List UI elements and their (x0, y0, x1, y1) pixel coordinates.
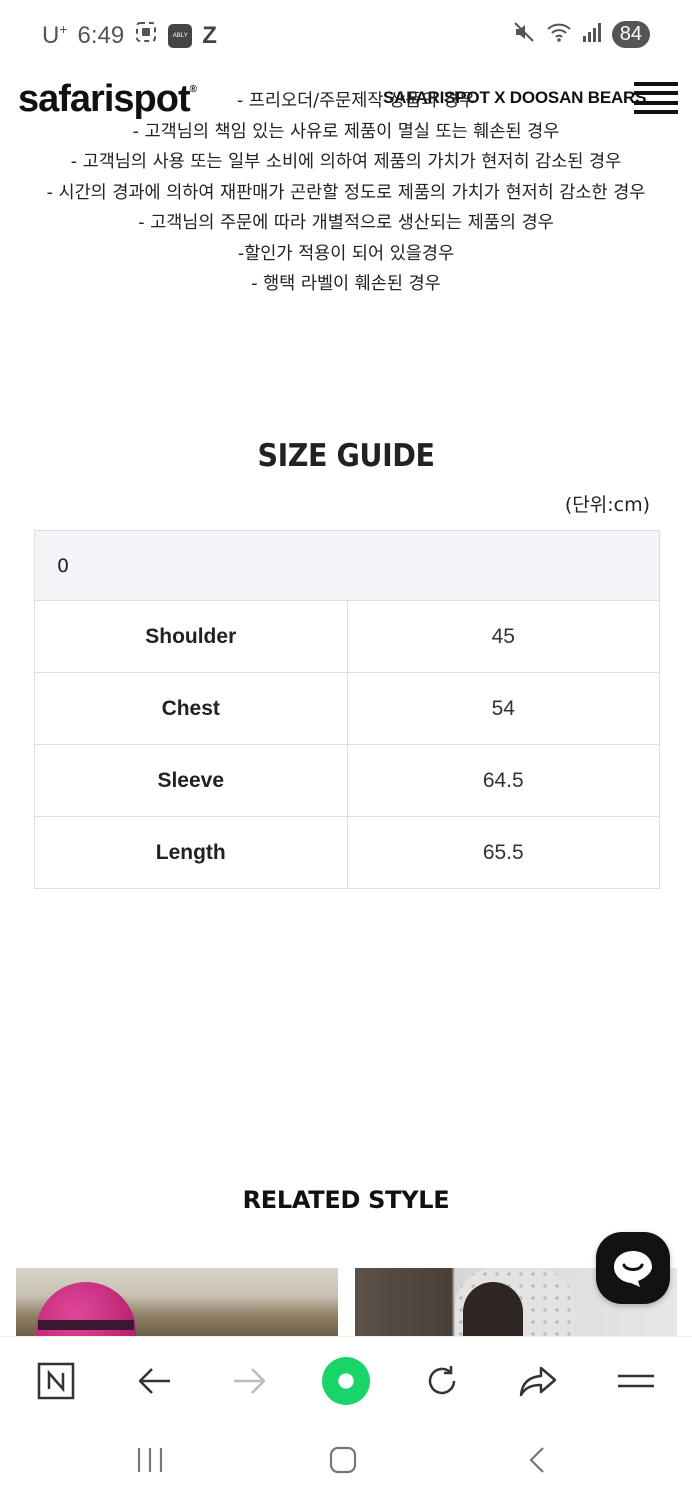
menu-button[interactable] (612, 1357, 660, 1405)
notice-line: - 프리오더/주문제작 상품의 경우 (236, 91, 476, 111)
share-arrow-icon (519, 1366, 557, 1397)
forward-button[interactable] (226, 1357, 274, 1405)
back-arrow-icon (138, 1368, 170, 1394)
hair-shape (463, 1282, 523, 1336)
green-dot-button[interactable] (322, 1357, 370, 1405)
notice-line: - 행택 라벨이 훼손된 경우 (251, 274, 441, 294)
status-right: 84 (512, 20, 650, 48)
return-policy-notice: - 프리오더/주문제작 상품의 경우 - 고객님의 책임 있는 사유로 제품이 … (0, 86, 692, 300)
notice-line: - 시간의 경과에 의하여 재판매가 곤란할 정도로 제품의 가치가 현저히 감… (46, 182, 646, 203)
forward-arrow-icon (234, 1368, 266, 1394)
row-label: Sleeve (34, 744, 348, 817)
z-app-icon: Z (202, 21, 217, 49)
reload-icon (428, 1366, 456, 1395)
menu-lines-icon (618, 1374, 654, 1388)
mute-icon (512, 20, 536, 48)
recent-apps-icon (137, 1448, 163, 1472)
table-row: Sleeve 64.5 (34, 744, 660, 817)
home-button[interactable] (318, 1440, 368, 1480)
size-guide-table: 0 Shoulder 45 Chest 54 Sleeve 64.5 Lengt… (34, 530, 660, 889)
screenshot-icon (134, 20, 158, 51)
chat-icon (614, 1251, 652, 1287)
green-dot-icon (322, 1357, 370, 1405)
carrier-label: U+ (42, 21, 68, 49)
naver-n-icon (37, 1362, 75, 1400)
row-value: 54 (346, 672, 660, 745)
share-button[interactable] (514, 1357, 562, 1405)
row-label: Chest (34, 672, 348, 745)
row-label: Shoulder (34, 600, 348, 673)
home-icon (329, 1446, 357, 1474)
row-label: Length (34, 816, 348, 889)
reload-button[interactable] (418, 1357, 466, 1405)
size-guide-unit: (단위:cm) (564, 494, 650, 516)
related-style-image[interactable] (16, 1268, 338, 1336)
back-button[interactable] (130, 1357, 178, 1405)
chevron-left-icon (529, 1447, 544, 1473)
chat-button[interactable] (596, 1232, 670, 1304)
system-back-button[interactable] (512, 1440, 562, 1480)
related-style-title: RELATED STYLE (242, 1186, 450, 1214)
notice-line: -할인가 적용이 되어 있을경우 (237, 243, 455, 264)
system-nav-bar (0, 1424, 692, 1500)
notice-line: - 고객님의 책임 있는 사유로 제품이 멸실 또는 훼손된 경우 (132, 121, 560, 142)
row-value: 45 (346, 600, 660, 673)
signal-icon (582, 21, 602, 47)
ably-app-icon: ABLY (168, 23, 193, 48)
table-header-cell: 0 (34, 530, 660, 601)
table-row: Length 65.5 (34, 816, 660, 889)
wifi-icon (546, 21, 572, 47)
row-value: 64.5 (346, 744, 660, 817)
notice-line: - 고객님의 주문에 따라 개별적으로 생산되는 제품의 경우 (138, 213, 554, 233)
status-bar: U+ 6:49 ABLY Z 84 (0, 0, 692, 70)
status-left: U+ 6:49 ABLY Z (42, 20, 217, 51)
battery-indicator: 84 (611, 20, 650, 48)
row-value: 65.5 (346, 816, 660, 889)
table-row: Chest 54 (34, 672, 660, 745)
recent-apps-button[interactable] (125, 1440, 175, 1480)
naver-home-button[interactable] (32, 1357, 80, 1405)
table-header-row: 0 (34, 530, 660, 601)
size-guide-title: SIZE GUIDE (257, 438, 435, 474)
beanie-stripe (38, 1320, 134, 1330)
browser-toolbar (0, 1336, 692, 1424)
status-time: 6:49 (77, 21, 125, 49)
table-row: Shoulder 45 (34, 600, 660, 673)
notice-line: - 고객님의 사용 또는 일부 소비에 의하여 제품의 가치가 현저히 감소된 … (70, 152, 622, 172)
